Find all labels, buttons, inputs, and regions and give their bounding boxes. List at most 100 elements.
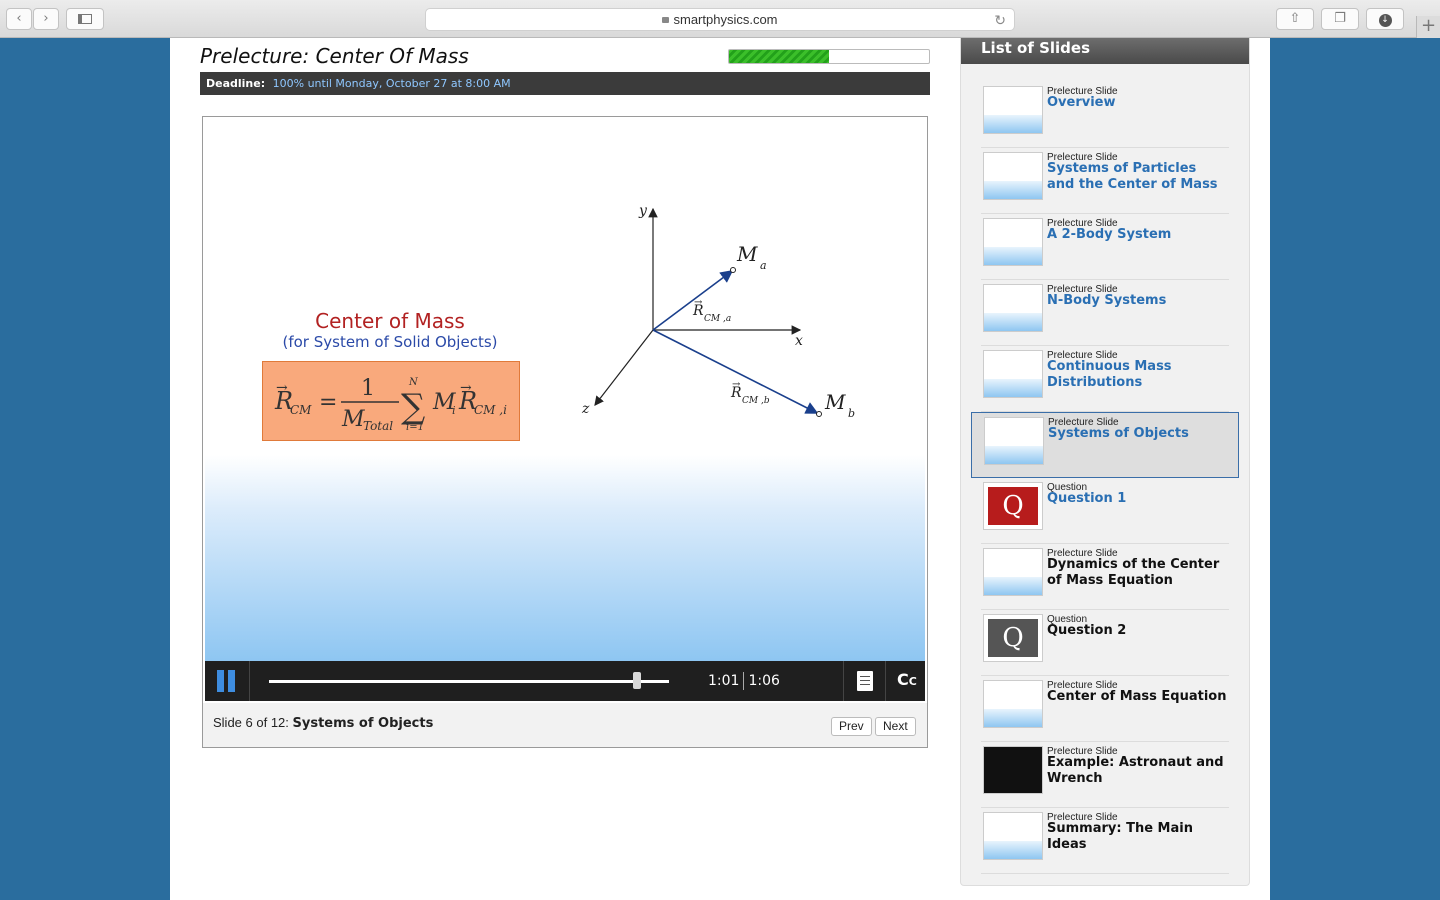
download-icon: ↓ [1378, 14, 1392, 27]
seek-handle[interactable] [633, 672, 641, 689]
share-icon: ⇧ [1289, 11, 1301, 26]
slide-title-link[interactable]: Center of Mass Equation [1047, 689, 1227, 705]
thumbnail-background [984, 576, 1042, 595]
sidebar-toggle-button[interactable] [66, 8, 104, 30]
prev-button[interactable]: Prev [831, 717, 872, 736]
pause-icon-bar [228, 670, 235, 692]
svg-text:CM ,i: CM ,i [474, 403, 507, 417]
slide-list-item[interactable]: Prelecture Slide Systems of Particles and… [981, 148, 1229, 214]
lock-icon [662, 17, 670, 23]
svg-text:1: 1 [361, 376, 375, 401]
url-text: smartphysics.com [673, 12, 778, 27]
share-button[interactable]: ⇧ [1276, 8, 1314, 30]
reload-icon[interactable]: ↻ [994, 9, 1006, 31]
browser-toolbar: ‹ › smartphysics.com ↻ ⇧ ❐ ↓ + [0, 0, 1440, 38]
slide-title-link[interactable]: Continuous Mass Distributions [1047, 359, 1227, 391]
slide-subheading: (for System of Solid Objects) [282, 333, 498, 351]
cc-label: C [897, 670, 909, 689]
slide-list-item[interactable]: Q Question Question 1 [981, 478, 1229, 544]
slide-list-item[interactable]: Prelecture Slide Summary: The Main Ideas [981, 808, 1229, 874]
slide-title-link[interactable]: N-Body Systems [1047, 293, 1227, 309]
notes-icon-line [860, 680, 870, 681]
question-icon: Q [988, 619, 1038, 657]
svg-text:y: y [638, 203, 648, 219]
thumbnail-background [984, 708, 1042, 727]
player-controls: 1:01 1:06 CC [205, 661, 925, 701]
video-player: Center of Mass (for System of Solid Obje… [202, 116, 928, 748]
tabs-button[interactable]: ❐ [1321, 8, 1359, 30]
slide-canvas[interactable]: Center of Mass (for System of Solid Obje… [205, 119, 925, 661]
slide-list-item[interactable]: Prelecture Slide Center of Mass Equation [981, 676, 1229, 742]
progress-fill [729, 50, 829, 63]
seek-bar[interactable] [269, 680, 669, 683]
slide-title-link[interactable]: Systems of Objects [1048, 426, 1228, 442]
thumbnail-background [984, 114, 1042, 133]
slide-title-link[interactable]: A 2-Body System [1047, 227, 1227, 243]
slide-thumbnail [983, 680, 1043, 728]
deadline-label: Deadline: [206, 77, 266, 90]
slide-thumbnail [983, 548, 1043, 596]
svg-text:M: M [824, 390, 846, 414]
slide-list: Prelecture Slide Overview Prelecture Slide… [971, 82, 1239, 874]
slide-thumbnail [983, 218, 1043, 266]
notes-button[interactable] [857, 671, 873, 691]
page-content: Prelecture: Center Of Mass Deadline: 100… [170, 38, 1270, 900]
slide-info-bar: Slide 6 of 12: Systems of Objects Prev N… [203, 703, 927, 747]
svg-text:z: z [581, 401, 590, 417]
tabs-icon: ❐ [1334, 11, 1346, 26]
slide-heading: Center of Mass [315, 309, 465, 333]
divider [885, 661, 886, 701]
new-tab-button[interactable]: + [1416, 16, 1440, 38]
cc-label-small: C [908, 675, 917, 688]
thumbnail-background [984, 246, 1042, 265]
closed-captions-button[interactable]: CC [897, 670, 917, 689]
sidebar-icon [78, 14, 92, 24]
forward-button[interactable]: › [33, 8, 59, 30]
deadline-value: 100% until Monday, October 27 at 8:00 AM [272, 77, 511, 90]
slide-indicator: Slide 6 of 12: Systems of Objects [213, 715, 433, 731]
slide-title-link[interactable]: Question 2 [1047, 623, 1227, 639]
svg-text:b: b [848, 407, 855, 420]
notes-icon-line [860, 684, 870, 685]
slide-list-item[interactable]: Prelecture Slide Systems of Objects [971, 412, 1239, 478]
slide-list-item[interactable]: Prelecture Slide A 2-Body System [981, 214, 1229, 280]
slide-title-link[interactable]: Example: Astronaut and Wrench [1047, 755, 1227, 787]
svg-text:=: = [319, 390, 337, 415]
slide-title-link[interactable]: Systems of Particles and the Center of M… [1047, 161, 1227, 193]
svg-text:→: → [732, 379, 741, 390]
slide-thumbnail [983, 152, 1043, 200]
thumbnail-background [985, 445, 1043, 464]
thumbnail-background [984, 840, 1042, 859]
slide-thumbnail [983, 812, 1043, 860]
pause-icon [217, 670, 224, 692]
address-bar[interactable]: smartphysics.com ↻ [425, 8, 1015, 31]
slide-list-item[interactable]: Prelecture Slide Overview [981, 82, 1229, 148]
slide-title-link[interactable]: Question 1 [1047, 491, 1227, 507]
current-time: 1:01 [708, 673, 740, 689]
back-button[interactable]: ‹ [6, 8, 32, 30]
slide-thumbnail [983, 746, 1043, 794]
pause-button[interactable] [217, 670, 237, 692]
slide-list-title: List of Slides [961, 38, 1249, 64]
slide-list-item[interactable]: Prelecture Slide Example: Astronaut and W… [981, 742, 1229, 808]
slide-list-item[interactable]: Prelecture Slide Dynamics of the Center o… [981, 544, 1229, 610]
downloads-button[interactable]: ↓ [1366, 8, 1404, 30]
slide-list-item[interactable]: Prelecture Slide Continuous Mass Distribu… [981, 346, 1229, 412]
center-of-mass-formula: R → CM = 1 M Total N ∑ i=1 M i R → CM ,i [262, 361, 520, 441]
svg-text:Total: Total [363, 419, 393, 433]
svg-text:∑: ∑ [401, 387, 425, 427]
svg-text:M: M [736, 242, 758, 266]
svg-text:CM ,b: CM ,b [742, 396, 770, 406]
slide-title-link[interactable]: Dynamics of the Center of Mass Equation [1047, 557, 1227, 589]
progress-bar [728, 49, 930, 64]
svg-text:CM ,a: CM ,a [704, 314, 731, 324]
slide-list-item[interactable]: Prelecture Slide N-Body Systems [981, 280, 1229, 346]
svg-text:M: M [341, 407, 365, 432]
slide-list-item[interactable]: Q Question Question 2 [981, 610, 1229, 676]
thumbnail-background [984, 312, 1042, 331]
deadline-bar: Deadline: 100% until Monday, October 27 … [200, 72, 930, 95]
slide-title-link[interactable]: Summary: The Main Ideas [1047, 821, 1227, 853]
slide-title-link[interactable]: Overview [1047, 95, 1227, 111]
question-icon: Q [988, 487, 1038, 525]
next-button[interactable]: Next [875, 717, 916, 736]
